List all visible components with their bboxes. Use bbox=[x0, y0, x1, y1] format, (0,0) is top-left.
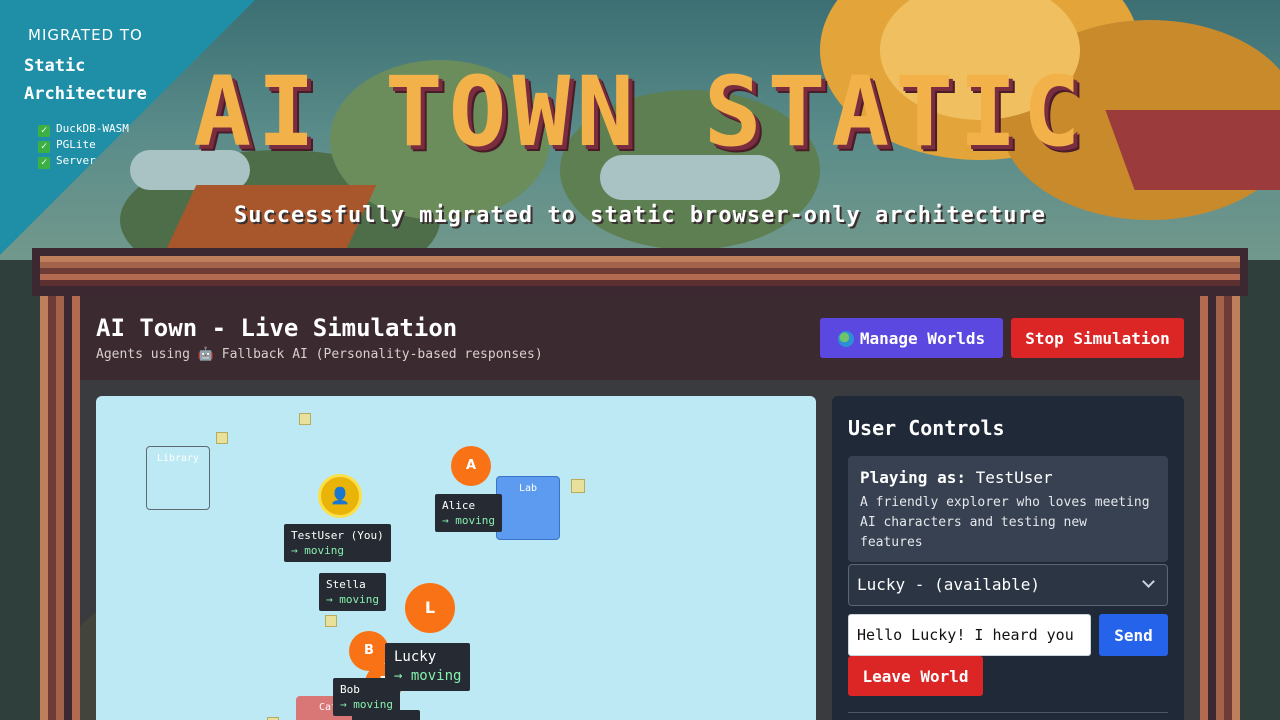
agent-lucky-avatar[interactable]: L bbox=[405, 583, 455, 633]
panel-header: AI Town - Live Simulation Agents using 🤖… bbox=[80, 296, 1200, 380]
agent-label-partial bbox=[352, 710, 420, 720]
agent-user-label: TestUser (You) → moving bbox=[284, 524, 391, 562]
simulation-panel: AI Town - Live Simulation Agents using 🤖… bbox=[80, 296, 1200, 720]
building-lab[interactable]: Lab bbox=[496, 476, 560, 540]
player-description: A friendly explorer who loves meeting AI… bbox=[860, 495, 1150, 550]
chevron-down-icon bbox=[1142, 575, 1155, 588]
globe-icon bbox=[837, 330, 854, 347]
map-item[interactable] bbox=[571, 479, 585, 493]
player-name: TestUser bbox=[975, 468, 1053, 487]
ribbon-title-line2: Architecture bbox=[24, 84, 147, 104]
message-input[interactable] bbox=[848, 614, 1091, 656]
agent-alice-avatar[interactable]: A bbox=[451, 446, 491, 486]
map-item[interactable] bbox=[299, 413, 311, 425]
agent-alice-label: Alice → moving bbox=[435, 494, 502, 532]
send-button[interactable]: Send bbox=[1099, 614, 1168, 656]
check-icon: ✓ bbox=[38, 157, 50, 169]
panel-title: AI Town - Live Simulation bbox=[96, 314, 458, 342]
agent-stella-label: Stella → moving bbox=[319, 573, 386, 611]
ribbon-check-item: ✓ Server bbox=[38, 153, 129, 169]
divider bbox=[848, 712, 1168, 713]
ribbon-checklist: ✓ DuckDB-WASM ✓ PGLite ✓ Server bbox=[38, 121, 129, 169]
panel-subtitle: Agents using 🤖 Fallback AI (Personality-… bbox=[96, 347, 543, 362]
building-library[interactable]: Library bbox=[146, 446, 210, 510]
wooden-frame-top bbox=[32, 248, 1248, 296]
check-icon: ✓ bbox=[38, 141, 50, 153]
player-card: Playing as: TestUser A friendly explorer… bbox=[848, 456, 1168, 562]
user-controls-title: User Controls bbox=[848, 416, 1005, 440]
manage-worlds-button[interactable]: Manage Worlds bbox=[820, 318, 1003, 358]
ribbon-check-item: ✓ DuckDB-WASM bbox=[38, 121, 129, 137]
leave-world-button[interactable]: Leave World bbox=[848, 656, 983, 696]
playing-as-line: Playing as: TestUser bbox=[860, 468, 1053, 487]
wooden-frame-right bbox=[1200, 296, 1240, 720]
ribbon-label: MIGRATED TO bbox=[28, 26, 143, 44]
town-map[interactable]: Library Lab Cat A Alice → moving S 👤 Tes… bbox=[96, 396, 816, 720]
user-avatar-icon[interactable]: 👤 bbox=[318, 474, 362, 518]
wooden-frame-left bbox=[40, 296, 80, 720]
map-item[interactable] bbox=[325, 615, 337, 627]
panel-body: Library Lab Cat A Alice → moving S 👤 Tes… bbox=[80, 380, 1200, 720]
user-controls-panel: User Controls Playing as: TestUser A fri… bbox=[832, 396, 1184, 720]
map-item[interactable] bbox=[216, 432, 228, 444]
ribbon-title-line1: Static bbox=[24, 56, 86, 76]
ribbon-check-item: ✓ PGLite bbox=[38, 137, 129, 153]
agent-select[interactable]: Lucky - (available) bbox=[848, 564, 1168, 606]
stop-simulation-button[interactable]: Stop Simulation bbox=[1011, 318, 1184, 358]
check-icon: ✓ bbox=[38, 125, 50, 137]
